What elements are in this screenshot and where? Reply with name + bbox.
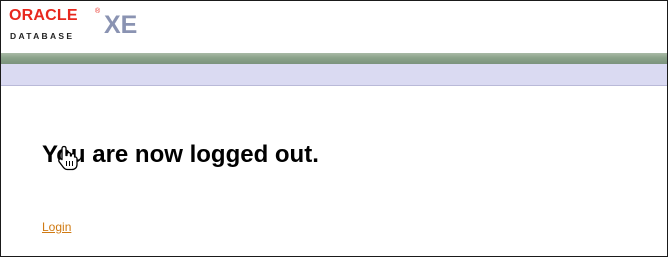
browser-page: ORACLE ® DATABASE XE You are now logged …	[0, 0, 668, 257]
logo-registered-mark: ®	[95, 8, 101, 15]
main-content: You are now logged out. Login	[1, 86, 667, 256]
page-header: ORACLE ® DATABASE XE	[1, 1, 667, 53]
logo-database-text: DATABASE	[10, 31, 75, 41]
logo-oracle-text: ORACLE	[9, 7, 78, 24]
logo-xe-text: XE	[104, 11, 138, 39]
oracle-database-xe-logo: ORACLE ® DATABASE XE	[9, 7, 149, 47]
header-navigation-band	[1, 64, 667, 86]
header-green-band	[1, 53, 667, 64]
login-link[interactable]: Login	[42, 220, 71, 234]
hand-pointer-icon	[58, 145, 78, 171]
logout-message: You are now logged out.	[42, 141, 319, 168]
